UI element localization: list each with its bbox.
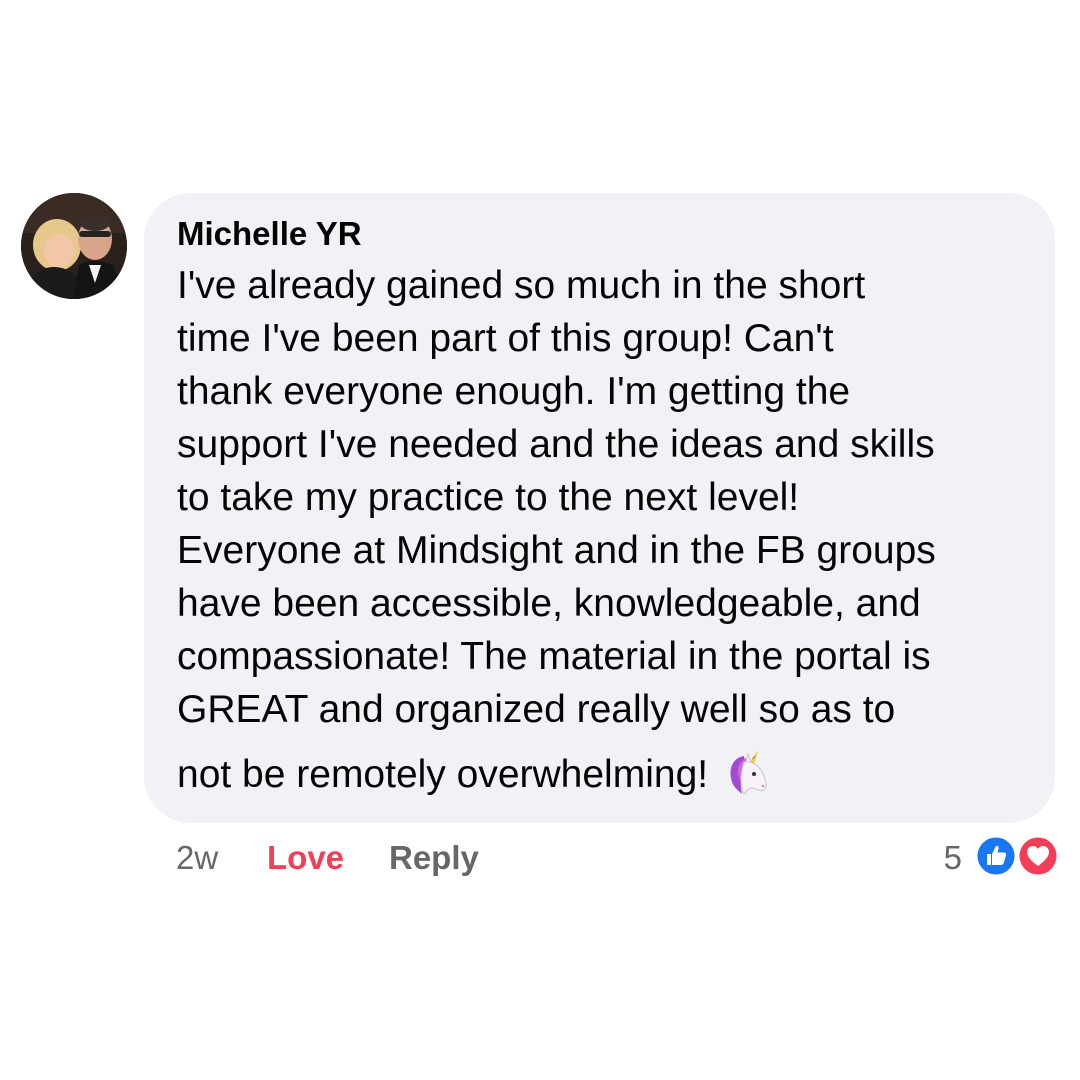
- reaction-count: 5: [943, 839, 962, 876]
- comment-text: I've already gained so much in the short…: [177, 259, 1047, 736]
- comment-line: Everyone at Mindsight and in the FB grou…: [177, 529, 936, 572]
- love-button[interactable]: Love: [267, 838, 344, 878]
- comment-timestamp[interactable]: 2w: [176, 838, 218, 878]
- comment-line: time I've been part of this group! Can't: [177, 317, 834, 360]
- comment-line: to take my practice to the next level!: [177, 476, 800, 519]
- reply-button[interactable]: Reply: [389, 838, 479, 878]
- comment-bubble: Michelle YR I've already gained so much …: [144, 193, 1055, 823]
- unicorn-icon: [722, 748, 772, 798]
- comment-author[interactable]: Michelle YR: [177, 215, 362, 253]
- like-icon: [974, 834, 1018, 878]
- reactions-summary[interactable]: 5: [920, 832, 1060, 880]
- avatar[interactable]: [21, 193, 127, 299]
- comment-line: have been accessible, knowledgeable, and: [177, 582, 921, 625]
- avatar-photo: [21, 193, 127, 299]
- comment-line: compassionate! The material in the porta…: [177, 635, 931, 678]
- comment-line: support I've needed and the ideas and sk…: [177, 423, 935, 466]
- comment-line: thank everyone enough. I'm getting the: [177, 370, 851, 413]
- comment-line: not be remotely overwhelming!: [177, 753, 709, 796]
- heart-icon: [1016, 834, 1060, 878]
- comment-line: I've already gained so much in the short: [177, 264, 866, 307]
- comment-last-line: not be remotely overwhelming!: [177, 748, 772, 802]
- comment-line: GREAT and organized really well so as to: [177, 688, 896, 731]
